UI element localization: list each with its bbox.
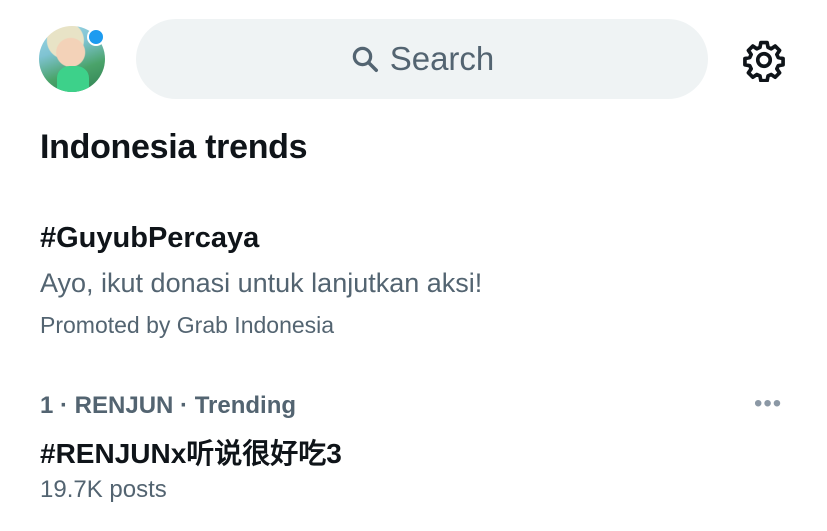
search-icon xyxy=(352,46,378,72)
promoted-trend-description[interactable]: Ayo, ikut donasi untuk lanjutkan aksi! xyxy=(40,268,482,299)
gear-icon[interactable] xyxy=(742,38,786,82)
promoted-trend-tag[interactable]: #GuyubPercaya xyxy=(40,222,259,255)
search-placeholder: Search xyxy=(389,40,495,77)
notification-dot xyxy=(87,28,105,46)
trend-meta: 1 · RENJUN · Trending xyxy=(40,392,297,419)
trend-post-count: 19.7K posts xyxy=(40,476,167,503)
more-options-icon[interactable]: ••• xyxy=(754,392,782,416)
promoted-by-label: Promoted by Grab Indonesia xyxy=(40,312,335,338)
search-bar[interactable]: Search xyxy=(136,19,708,99)
trend-name[interactable]: #RENJUNx听说很好吃3 xyxy=(40,432,342,472)
page-title: Indonesia trends xyxy=(40,128,308,166)
